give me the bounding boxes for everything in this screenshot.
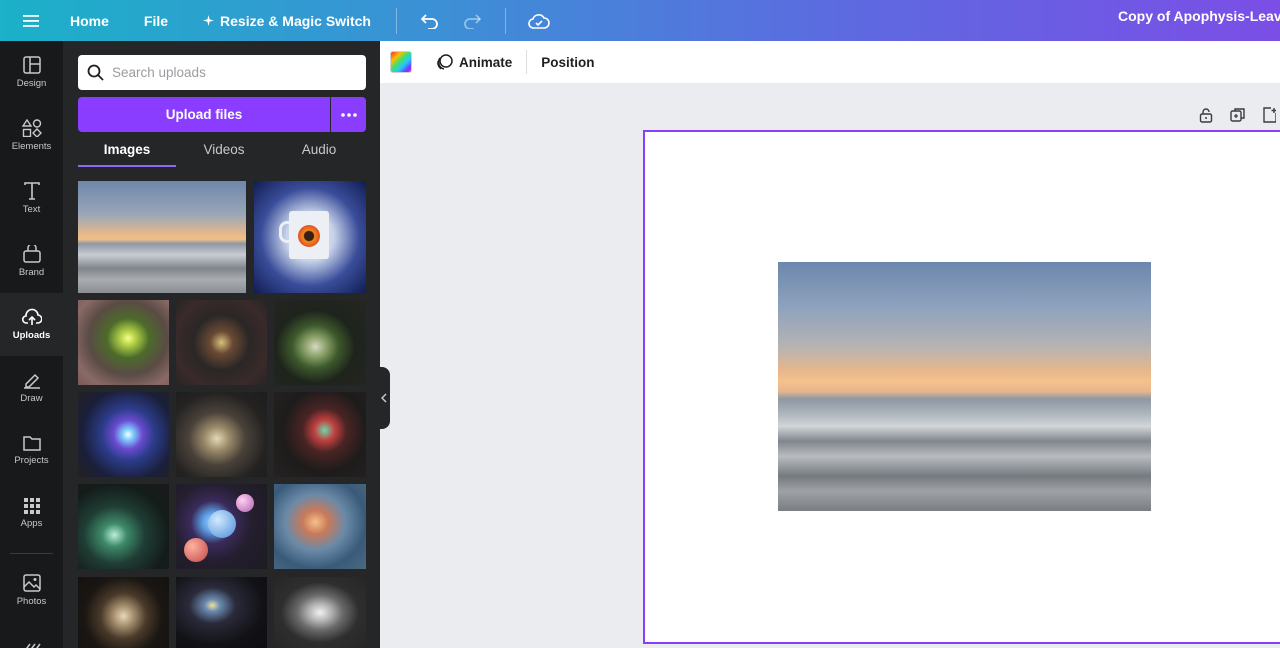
flower-shape bbox=[298, 225, 320, 247]
uploads-panel: Upload files Images Videos Audio bbox=[63, 41, 380, 648]
add-page-button[interactable] bbox=[1262, 107, 1276, 123]
search-icon bbox=[87, 64, 104, 81]
topbar-divider bbox=[395, 7, 397, 34]
uploads-icon bbox=[21, 308, 42, 325]
upload-thumb-fractal-12[interactable] bbox=[274, 577, 366, 648]
tab-audio[interactable]: Audio bbox=[272, 139, 366, 167]
text-icon bbox=[23, 182, 40, 200]
animate-icon bbox=[437, 54, 453, 70]
upload-thumb-fractal-3[interactable] bbox=[274, 300, 366, 385]
animate-button[interactable]: Animate bbox=[436, 53, 512, 71]
toolbar-divider bbox=[526, 50, 528, 74]
cloud-check-icon bbox=[528, 13, 550, 29]
rail-label: Text bbox=[22, 204, 41, 215]
rail-label: Projects bbox=[14, 455, 49, 466]
left-rail: Design Elements Text Brand Uploads Draw … bbox=[0, 41, 63, 648]
upload-thumb-fractal-11[interactable] bbox=[176, 577, 267, 648]
upload-thumb-fractal-5[interactable] bbox=[176, 392, 267, 477]
sphere-blue bbox=[208, 510, 236, 538]
upload-thumb-fractal-1[interactable] bbox=[78, 300, 169, 385]
tab-videos[interactable]: Videos bbox=[176, 139, 272, 167]
rail-label: Apps bbox=[20, 518, 43, 529]
projects-icon bbox=[22, 436, 41, 451]
sphere-pink bbox=[236, 494, 254, 512]
rail-item-photos[interactable]: Photos bbox=[0, 559, 63, 622]
chevron-left-icon bbox=[381, 393, 387, 403]
rail-label: Elements bbox=[11, 141, 52, 152]
upload-tabs: Images Videos Audio bbox=[78, 139, 366, 167]
upload-files-button[interactable]: Upload files bbox=[78, 97, 330, 132]
menu-button[interactable] bbox=[0, 0, 62, 41]
position-button[interactable]: Position bbox=[541, 55, 594, 70]
editor-toolbar: Animate Position bbox=[380, 41, 1280, 83]
rail-label: Draw bbox=[20, 393, 43, 404]
upload-thumb-fractal-7[interactable] bbox=[78, 484, 169, 569]
sphere-red bbox=[184, 538, 208, 562]
undo-icon bbox=[420, 13, 438, 29]
page-actions bbox=[1198, 107, 1276, 123]
rail-item-more[interactable] bbox=[22, 639, 42, 648]
resize-label: Resize & Magic Switch bbox=[220, 12, 371, 29]
rail-divider bbox=[10, 553, 53, 554]
duplicate-page-button[interactable] bbox=[1230, 107, 1246, 123]
undo-button[interactable] bbox=[415, 6, 445, 36]
photos-icon bbox=[22, 574, 41, 592]
rail-item-projects[interactable]: Projects bbox=[0, 419, 63, 482]
upload-thumb-fractal-8[interactable] bbox=[176, 484, 267, 569]
document-title[interactable]: Copy of Apophysis-Leaving bbox=[1118, 8, 1280, 24]
color-picker-button[interactable] bbox=[390, 51, 412, 73]
redo-button[interactable] bbox=[457, 6, 487, 36]
hamburger-icon bbox=[23, 14, 39, 27]
rail-label: Photos bbox=[16, 596, 47, 607]
upload-thumb-fractal-10[interactable] bbox=[78, 577, 169, 648]
save-status-button[interactable] bbox=[524, 6, 554, 36]
mug-handle bbox=[279, 221, 293, 243]
upload-thumb-fractal-9[interactable] bbox=[274, 484, 366, 569]
brand-icon bbox=[22, 245, 41, 263]
rail-label: Uploads bbox=[12, 330, 51, 341]
draw-icon bbox=[23, 373, 40, 389]
rail-item-apps[interactable]: Apps bbox=[0, 482, 63, 545]
upload-thumb-mug[interactable] bbox=[254, 181, 366, 293]
apps-icon bbox=[23, 498, 40, 514]
lock-page-button[interactable] bbox=[1198, 107, 1214, 123]
upload-thumb-fractal-6[interactable] bbox=[274, 392, 366, 477]
upload-thumb-fractal-4[interactable] bbox=[78, 392, 169, 477]
rail-item-draw[interactable]: Draw bbox=[0, 356, 63, 419]
sparkle-icon bbox=[203, 15, 215, 26]
panel-collapse-handle[interactable] bbox=[378, 367, 390, 429]
rail-item-uploads[interactable]: Uploads bbox=[0, 293, 63, 356]
rail-item-design[interactable]: Design bbox=[0, 41, 63, 104]
duplicate-icon bbox=[1230, 108, 1245, 122]
tab-images[interactable]: Images bbox=[78, 139, 176, 167]
upload-thumb-beach[interactable] bbox=[78, 181, 246, 293]
rail-item-text[interactable]: Text bbox=[0, 167, 63, 230]
upload-row: Upload files bbox=[78, 97, 366, 132]
redo-icon bbox=[464, 13, 481, 29]
top-bar: Home File Resize & Magic Switch Copy of … bbox=[0, 0, 1280, 41]
design-icon bbox=[22, 56, 41, 74]
home-button[interactable]: Home bbox=[70, 13, 109, 29]
elements-icon bbox=[21, 119, 42, 137]
search-box[interactable] bbox=[78, 55, 366, 90]
rail-label: Design bbox=[16, 78, 47, 89]
upload-thumb-fractal-2[interactable] bbox=[176, 300, 267, 385]
search-input[interactable] bbox=[112, 65, 352, 80]
topbar-divider-2 bbox=[504, 7, 506, 34]
pattern-icon bbox=[26, 643, 41, 648]
file-menu[interactable]: File bbox=[144, 13, 168, 29]
resize-button[interactable]: Resize & Magic Switch bbox=[203, 13, 371, 29]
lock-icon bbox=[1199, 108, 1213, 123]
canvas-image-beach[interactable] bbox=[778, 262, 1151, 511]
rail-item-brand[interactable]: Brand bbox=[0, 230, 63, 293]
upload-more-button[interactable] bbox=[331, 97, 366, 132]
more-dots-icon bbox=[340, 112, 357, 117]
animate-label: Animate bbox=[459, 54, 513, 70]
add-page-icon bbox=[1263, 107, 1276, 123]
rail-label: Brand bbox=[18, 267, 45, 278]
rail-item-elements[interactable]: Elements bbox=[0, 104, 63, 167]
